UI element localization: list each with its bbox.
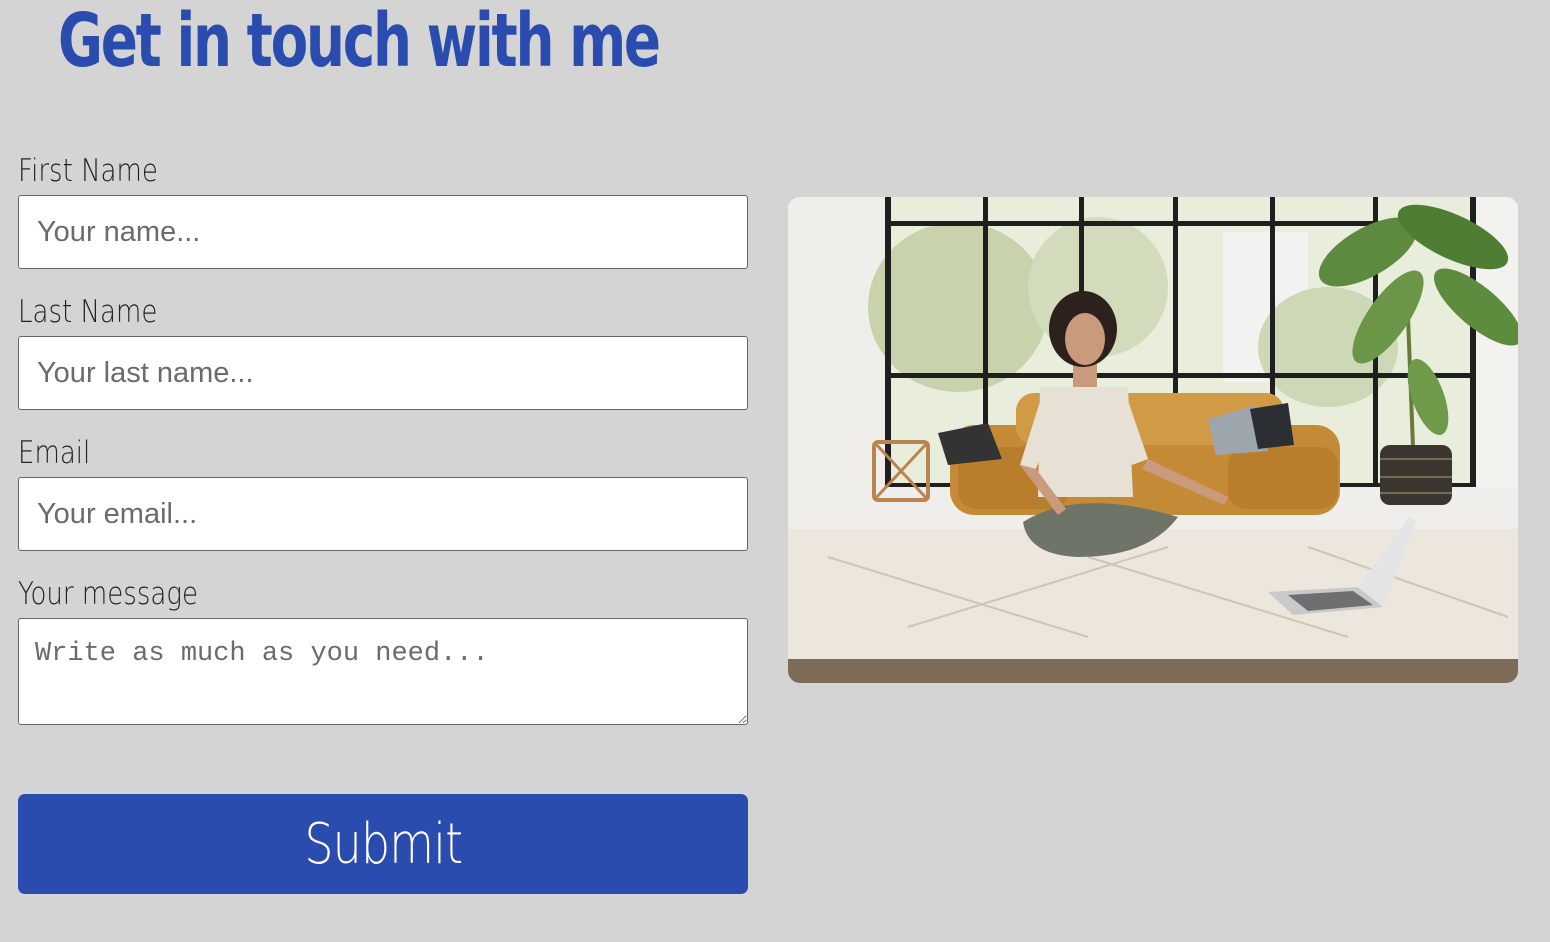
submit-button-label: Submit — [304, 811, 463, 877]
page-title: Get in touch with me — [58, 0, 661, 84]
submit-button[interactable]: Submit — [18, 794, 748, 894]
last-name-input[interactable] — [18, 336, 748, 410]
rug — [788, 529, 1518, 667]
meditation-photo — [788, 197, 1518, 683]
first-name-input[interactable] — [18, 195, 748, 269]
meditation-photo-illustration — [788, 197, 1518, 683]
contact-form: First Name Last Name Email Your message … — [18, 148, 748, 894]
email-label: Email — [18, 435, 91, 471]
last-name-label: Last Name — [18, 294, 158, 330]
first-name-label: First Name — [18, 153, 158, 189]
tree-left — [868, 222, 1048, 392]
message-label: Your message — [18, 576, 198, 612]
message-textarea[interactable] — [18, 618, 748, 725]
rug-fringe — [788, 659, 1518, 683]
email-input[interactable] — [18, 477, 748, 551]
